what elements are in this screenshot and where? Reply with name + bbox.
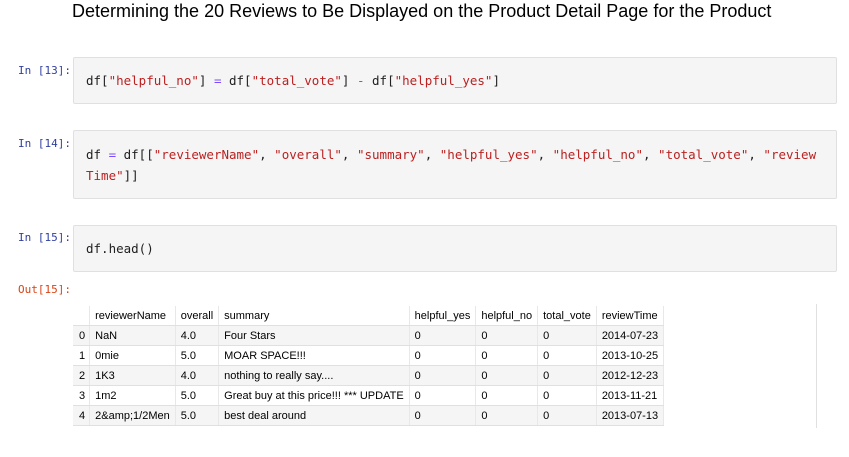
column-header: total_vote (537, 306, 597, 326)
code-operator-token: - (356, 73, 365, 88)
code-text[interactable]: df = df[["reviewerName", "overall", "sum… (86, 144, 816, 186)
code-text[interactable]: df["helpful_no"] = df["total_vote"] - df… (86, 70, 500, 91)
table-row: 3 1m2 5.0 Great buy at this price!!! *** UP… (73, 385, 665, 406)
column-header: summary (218, 306, 410, 326)
code-string-token: "summary" (356, 147, 425, 162)
table-cell: 0 (409, 345, 477, 366)
code-string-token: "overall" (274, 147, 342, 162)
table-cell: 4.0 (175, 325, 220, 346)
code-token: , (424, 147, 440, 162)
table-cell: 0 (475, 405, 539, 426)
code-token: df.head() (86, 241, 154, 256)
table-cell: Great buy at this price!!! *** UPDATE (218, 385, 410, 406)
code-string-token: "helpful_no" (108, 73, 199, 88)
row-index: 4 (73, 405, 91, 426)
code-string-token: "total_vote" (251, 73, 342, 88)
input-prompt-15: In [15]: (18, 231, 71, 244)
code-string-token: "helpful_yes" (439, 147, 538, 162)
table-row: 0 NaN 4.0 Four Stars 0 0 0 2014-07-23 (73, 325, 665, 346)
row-index: 3 (73, 385, 91, 406)
section-heading: Determining the 20 Reviews to Be Display… (72, 1, 772, 21)
code-string-token: "helpful_yes" (394, 73, 493, 88)
table-cell: 5.0 (175, 405, 220, 426)
code-string-token: "total_vote" (658, 147, 749, 162)
code-token: , (642, 147, 659, 162)
output-area-border (816, 304, 817, 428)
table-cell: 2014-07-23 (596, 325, 665, 346)
column-header: reviewTime (596, 306, 665, 326)
index-header (73, 306, 91, 326)
table-cell: 5.0 (175, 345, 220, 366)
code-token: , (259, 147, 275, 162)
code-token: , (748, 147, 764, 162)
table-cell: 1m2 (89, 385, 176, 406)
table-body: 0 NaN 4.0 Four Stars 0 0 0 2014-07-23 1 0mie 5.0 MO… (73, 325, 665, 426)
table-cell: 0 (409, 325, 477, 346)
row-index: 0 (73, 325, 91, 346)
row-index: 1 (73, 345, 91, 366)
code-token: df[ (364, 73, 395, 88)
table-cell: 2012-12-23 (596, 365, 665, 386)
table-cell: 0 (537, 385, 597, 406)
input-prompt-14: In [14]: (18, 137, 71, 150)
table-row: 2 1K3 4.0 nothing to really say.... 0 0 0 2012-… (73, 365, 665, 386)
code-token: ] (198, 73, 214, 88)
table-cell: 0 (537, 345, 597, 366)
code-text[interactable]: df.head() (86, 238, 154, 259)
code-token: ]] (123, 168, 139, 183)
table-cell: 0 (537, 365, 597, 386)
table-cell: 2013-07-13 (596, 405, 665, 426)
code-cell-13[interactable]: df["helpful_no"] = df["total_vote"] - df… (73, 57, 837, 104)
table-cell: 0 (475, 325, 539, 346)
table-cell: NaN (89, 325, 176, 346)
column-header: helpful_yes (409, 306, 477, 326)
table-cell: best deal around (218, 405, 410, 426)
table-cell: 2&amp;1/2Men (89, 405, 176, 426)
code-token: , (341, 147, 357, 162)
table-cell: 2013-11-21 (596, 385, 665, 406)
code-operator-token: = (108, 147, 117, 162)
table-cell: 0 (409, 365, 477, 386)
column-header: helpful_no (475, 306, 539, 326)
output-prompt-15: Out[15]: (18, 283, 71, 296)
table-row: 1 0mie 5.0 MOAR SPACE!!! 0 0 0 2013-10-25 (73, 345, 665, 366)
code-token: df[[ (116, 147, 154, 162)
dataframe-table: reviewerName overall summary helpful_yes hel… (73, 306, 665, 426)
table-cell: 0 (537, 405, 597, 426)
table-row: 4 2&amp;1/2Men 5.0 best deal around 0 0 0 2013-… (73, 405, 665, 426)
table-cell: 0mie (89, 345, 176, 366)
table-cell: 0 (537, 325, 597, 346)
table-cell: 0 (409, 405, 477, 426)
table-cell: 0 (475, 345, 539, 366)
code-cell-15[interactable]: df.head() (73, 225, 837, 272)
code-token: ] (341, 73, 357, 88)
column-header: overall (175, 306, 220, 326)
row-index: 2 (73, 365, 91, 386)
table-cell: 0 (475, 365, 539, 386)
header-row: reviewerName overall summary helpful_yes hel… (73, 306, 665, 326)
code-token: ] (492, 73, 500, 88)
table-cell: 2013-10-25 (596, 345, 665, 366)
table-cell: MOAR SPACE!!! (218, 345, 410, 366)
table-cell: 1K3 (89, 365, 176, 386)
code-string-token: "helpful_no" (552, 147, 643, 162)
code-string-token: "reviewerName" (153, 147, 260, 162)
table-cell: 0 (475, 385, 539, 406)
code-token: df[ (86, 73, 109, 88)
code-cell-14[interactable]: df = df[["reviewerName", "overall", "sum… (73, 130, 837, 199)
table-cell: 0 (409, 385, 477, 406)
code-token: df[ (221, 73, 252, 88)
table-cell: Four Stars (218, 325, 410, 346)
table-cell: 5.0 (175, 385, 220, 406)
table-cell: 4.0 (175, 365, 220, 386)
column-header: reviewerName (89, 306, 176, 326)
input-prompt-13: In [13]: (18, 64, 71, 77)
code-token: , (537, 147, 553, 162)
code-token: df (86, 147, 109, 162)
table-header: reviewerName overall summary helpful_yes hel… (73, 306, 665, 326)
table-cell: nothing to really say.... (218, 365, 410, 386)
